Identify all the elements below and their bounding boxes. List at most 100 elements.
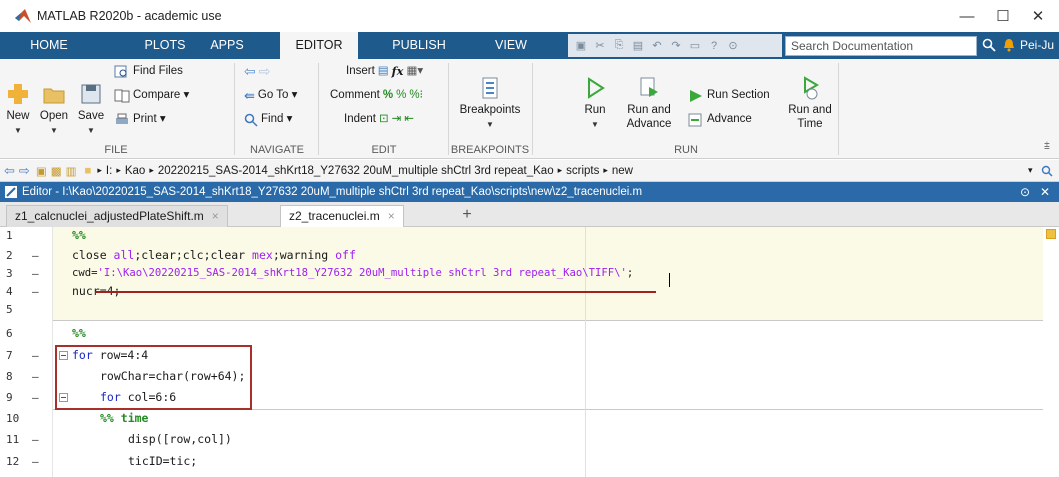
path-segment-experiment[interactable]: 20220215_SAS-2014_shKrt18_Y27632 20uM_mu…: [158, 165, 554, 177]
run-and-time-label-2: Time: [797, 118, 823, 130]
run-section-label: Run Section: [707, 89, 770, 101]
forward-arrow-icon[interactable]: ⇨: [259, 63, 271, 80]
run-and-advance-label-2: Advance: [626, 118, 672, 130]
notification-icon[interactable]: [1002, 38, 1016, 52]
file-tab-z2[interactable]: z2_tracenuclei.m ×: [280, 205, 404, 228]
run-and-time-icon: [804, 76, 819, 100]
file-tab-label: z1_calcnuclei_adjustedPlateShift.m: [15, 209, 204, 223]
tab-publish[interactable]: PUBLISH: [381, 32, 457, 59]
run-and-time-label-1: Run and: [788, 104, 832, 116]
run-section-button[interactable]: Run Section: [688, 87, 770, 104]
print-button[interactable]: Print ▾: [114, 111, 166, 128]
run-icon: [588, 77, 605, 99]
tab-view[interactable]: VIEW: [484, 32, 538, 59]
help-icon[interactable]: ?: [707, 39, 721, 53]
group-separator: [234, 63, 235, 155]
magnifier-icon: [244, 113, 258, 127]
minimize-button[interactable]: —: [957, 6, 977, 26]
compare-label: Compare ▾: [133, 89, 190, 101]
edit-group-label: EDIT: [371, 144, 397, 156]
search-icon[interactable]: [982, 38, 996, 52]
tab-apps[interactable]: APPS: [205, 32, 249, 59]
up-folder-icon[interactable]: ▣: [36, 164, 47, 178]
code-line-10: %% time: [100, 411, 149, 425]
indent-button[interactable]: Indent ⊡ ⇥ ⇤: [344, 111, 414, 128]
insert-menu-icon: ▦▾: [406, 65, 424, 77]
path-segment-new[interactable]: new: [612, 165, 633, 177]
find-button[interactable]: Find ▾: [244, 111, 292, 128]
dropdown-icon[interactable]: ⊙: [726, 39, 740, 53]
new-button[interactable]: New ▼: [2, 81, 34, 138]
breakpoints-icon: [482, 77, 498, 99]
find-label: Find ▾: [261, 113, 293, 125]
path-separator: ▸: [603, 165, 608, 175]
new-tab-button[interactable]: +: [456, 205, 478, 227]
save-button[interactable]: Save ▼: [74, 81, 108, 138]
line-number: 11–: [6, 433, 39, 446]
print-label: Print ▾: [133, 113, 166, 125]
line-number: 5: [6, 303, 13, 316]
insert-label: Insert: [346, 65, 375, 77]
back-icon[interactable]: ⇦: [4, 163, 15, 179]
close-editor-icon[interactable]: ✕: [1040, 182, 1050, 202]
go-to-label: Go To ▾: [257, 89, 298, 101]
search-documentation-input[interactable]: Search Documentation: [785, 36, 977, 56]
line-number: 9–: [6, 391, 39, 404]
folder-history-icon[interactable]: ▥: [66, 164, 77, 178]
tab-home[interactable]: HOME: [20, 32, 78, 59]
compare-button[interactable]: Compare ▾: [114, 87, 189, 104]
forward-icon[interactable]: ⇨: [19, 163, 30, 179]
file-tab-z1[interactable]: z1_calcnuclei_adjustedPlateShift.m ×: [6, 205, 228, 227]
line-number: 7–: [6, 349, 39, 362]
redo-icon[interactable]: ↷: [669, 39, 683, 53]
group-separator: [318, 63, 319, 155]
breakpoints-button[interactable]: Breakpoints ▼: [452, 75, 528, 132]
go-to-button[interactable]: ⇚ Go To ▾: [244, 87, 297, 104]
advance-icon: [688, 113, 702, 126]
increase-indent-icon: ⇥: [391, 113, 402, 125]
save-icon[interactable]: ▣: [574, 39, 588, 53]
find-files-button[interactable]: Find Files: [114, 63, 183, 80]
paste-icon[interactable]: ▤: [631, 39, 645, 53]
line-number: 2–: [6, 249, 39, 262]
code-analyzer-indicator[interactable]: [1046, 229, 1056, 239]
breakpoints-label: Breakpoints: [459, 104, 521, 116]
comment-button[interactable]: Comment % % %⁝: [330, 87, 423, 104]
tab-plots[interactable]: PLOTS: [136, 32, 194, 59]
run-and-advance-label-1: Run and: [627, 104, 671, 116]
path-segment-drive[interactable]: I:: [106, 165, 112, 177]
breakpoints-group-label: BREAKPOINTS: [450, 144, 530, 156]
open-button[interactable]: Open ▼: [36, 81, 72, 138]
window-titlebar: MATLAB R2020b - academic use — ☐ ✕: [0, 0, 1059, 32]
run-and-time-button[interactable]: Run and Time: [786, 75, 834, 131]
undo-icon[interactable]: ↶: [650, 39, 664, 53]
editor-actions-icon[interactable]: ⊙: [1020, 182, 1030, 202]
insert-button[interactable]: Insert ▤ fx ▦▾: [346, 63, 423, 80]
back-forward-buttons[interactable]: ⇦ ⇨: [244, 63, 270, 80]
switch-windows-icon[interactable]: ▭: [688, 39, 702, 53]
run-button[interactable]: Run ▼: [580, 75, 610, 132]
file-group-label: FILE: [104, 144, 128, 156]
advance-button[interactable]: Advance: [688, 111, 752, 128]
tab-editor[interactable]: EDITOR: [280, 32, 358, 59]
copy-icon[interactable]: ⎘: [612, 39, 626, 53]
search-folder-icon[interactable]: [1041, 165, 1053, 177]
browse-folder-icon[interactable]: ▩: [51, 164, 62, 178]
path-segment-scripts[interactable]: scripts: [566, 165, 599, 177]
code-editor[interactable]: 1 2– 3– 4– 5 6 7– 8– 9– 10 11– 12– %% cl…: [0, 227, 1059, 477]
collapse-ribbon-icon[interactable]: ⩲: [1044, 141, 1050, 152]
window-title: MATLAB R2020b - academic use: [37, 9, 222, 23]
close-tab-icon[interactable]: ×: [212, 209, 219, 223]
plus-icon: [8, 84, 28, 104]
run-label: Run: [584, 104, 606, 116]
code-line-11: disp([row,col]): [128, 432, 232, 446]
path-dropdown-icon[interactable]: ▾: [1028, 165, 1033, 176]
user-account-menu[interactable]: Pei-Ju ▾: [1020, 32, 1059, 79]
run-and-advance-button[interactable]: Run and Advance: [626, 75, 672, 131]
back-arrow-icon[interactable]: ⇦: [244, 63, 256, 80]
path-segment-kao[interactable]: Kao: [125, 165, 145, 177]
cut-icon[interactable]: ✂: [593, 39, 607, 53]
close-button[interactable]: ✕: [1028, 6, 1048, 26]
close-tab-icon[interactable]: ×: [388, 209, 395, 223]
maximize-button[interactable]: ☐: [993, 6, 1013, 26]
